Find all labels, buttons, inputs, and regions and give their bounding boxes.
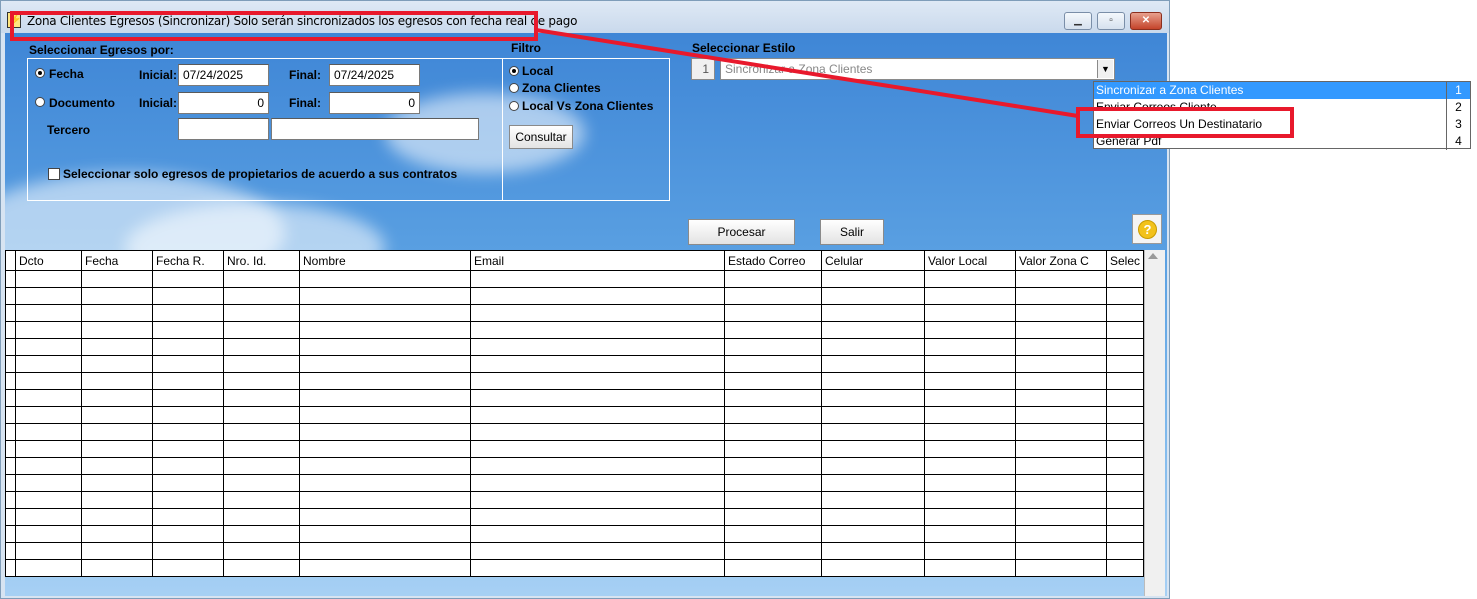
highlight-connector-line xyxy=(535,28,1079,118)
highlight-connector xyxy=(535,28,1079,118)
